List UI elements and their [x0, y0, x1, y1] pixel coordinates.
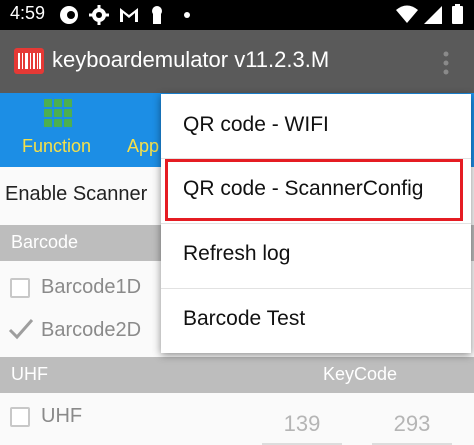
app-bar: keyboardemulator v11.2.3.M: [0, 30, 474, 93]
checkmark-icon[interactable]: [7, 316, 35, 344]
section-barcode-label: Barcode: [11, 232, 79, 252]
status-bar: 4:59: [0, 0, 474, 30]
grid-icon: [44, 99, 72, 127]
app-title: keyboardemulator v11.2.3.M: [52, 47, 330, 72]
enable-scanner-label: Enable Scanner: [5, 183, 148, 205]
checkbox[interactable]: [10, 407, 30, 427]
menu-item-label: QR code - WIFI: [183, 113, 329, 136]
gmail-icon: [120, 8, 138, 22]
dot-icon: [184, 12, 190, 18]
section-keycode-label: KeyCode: [323, 364, 398, 384]
signal-icon: [424, 6, 442, 24]
tab-function[interactable]: Function: [0, 93, 116, 167]
check-label: Barcode1D: [41, 276, 142, 298]
section-uhf-label: UHF: [11, 364, 48, 384]
check-label: UHF: [41, 405, 83, 427]
menu-item-label: Barcode Test: [183, 307, 306, 330]
gear-icon: [89, 5, 109, 25]
menu-item-label: Refresh log: [183, 242, 291, 265]
menu-item-qr-wifi[interactable]: QR code - WIFI: [161, 94, 471, 158]
menu-item-barcode-test[interactable]: Barcode Test: [161, 288, 471, 352]
keycode-field-2[interactable]: 293: [372, 405, 452, 445]
tab-app-label: App: [127, 136, 160, 156]
tab-function-label: Function: [22, 136, 92, 156]
checkbox[interactable]: [10, 278, 30, 298]
keycode-value: 293: [393, 411, 431, 436]
wifi-icon: [396, 5, 418, 23]
keyhole-icon: [152, 6, 162, 24]
barcode-logo-icon: [14, 48, 44, 74]
status-time: 4:59: [10, 3, 46, 23]
battery-icon: [452, 6, 463, 24]
tab-app[interactable]: App: [116, 93, 161, 167]
check-label: Barcode2D: [41, 319, 142, 341]
overflow-popup-menu: QR code - WIFI QR code - ScannerConfig R…: [161, 94, 471, 353]
highlight-box: [165, 159, 463, 221]
menu-item-refresh-log[interactable]: Refresh log: [161, 223, 471, 287]
keycode-value: 139: [283, 411, 321, 436]
section-uhf: UHF KeyCode: [0, 357, 474, 393]
overflow-menu-icon[interactable]: [442, 50, 450, 76]
status-right-icons: [396, 4, 463, 24]
opera-icon: [60, 6, 78, 24]
keycode-field-1[interactable]: 139: [262, 405, 342, 445]
